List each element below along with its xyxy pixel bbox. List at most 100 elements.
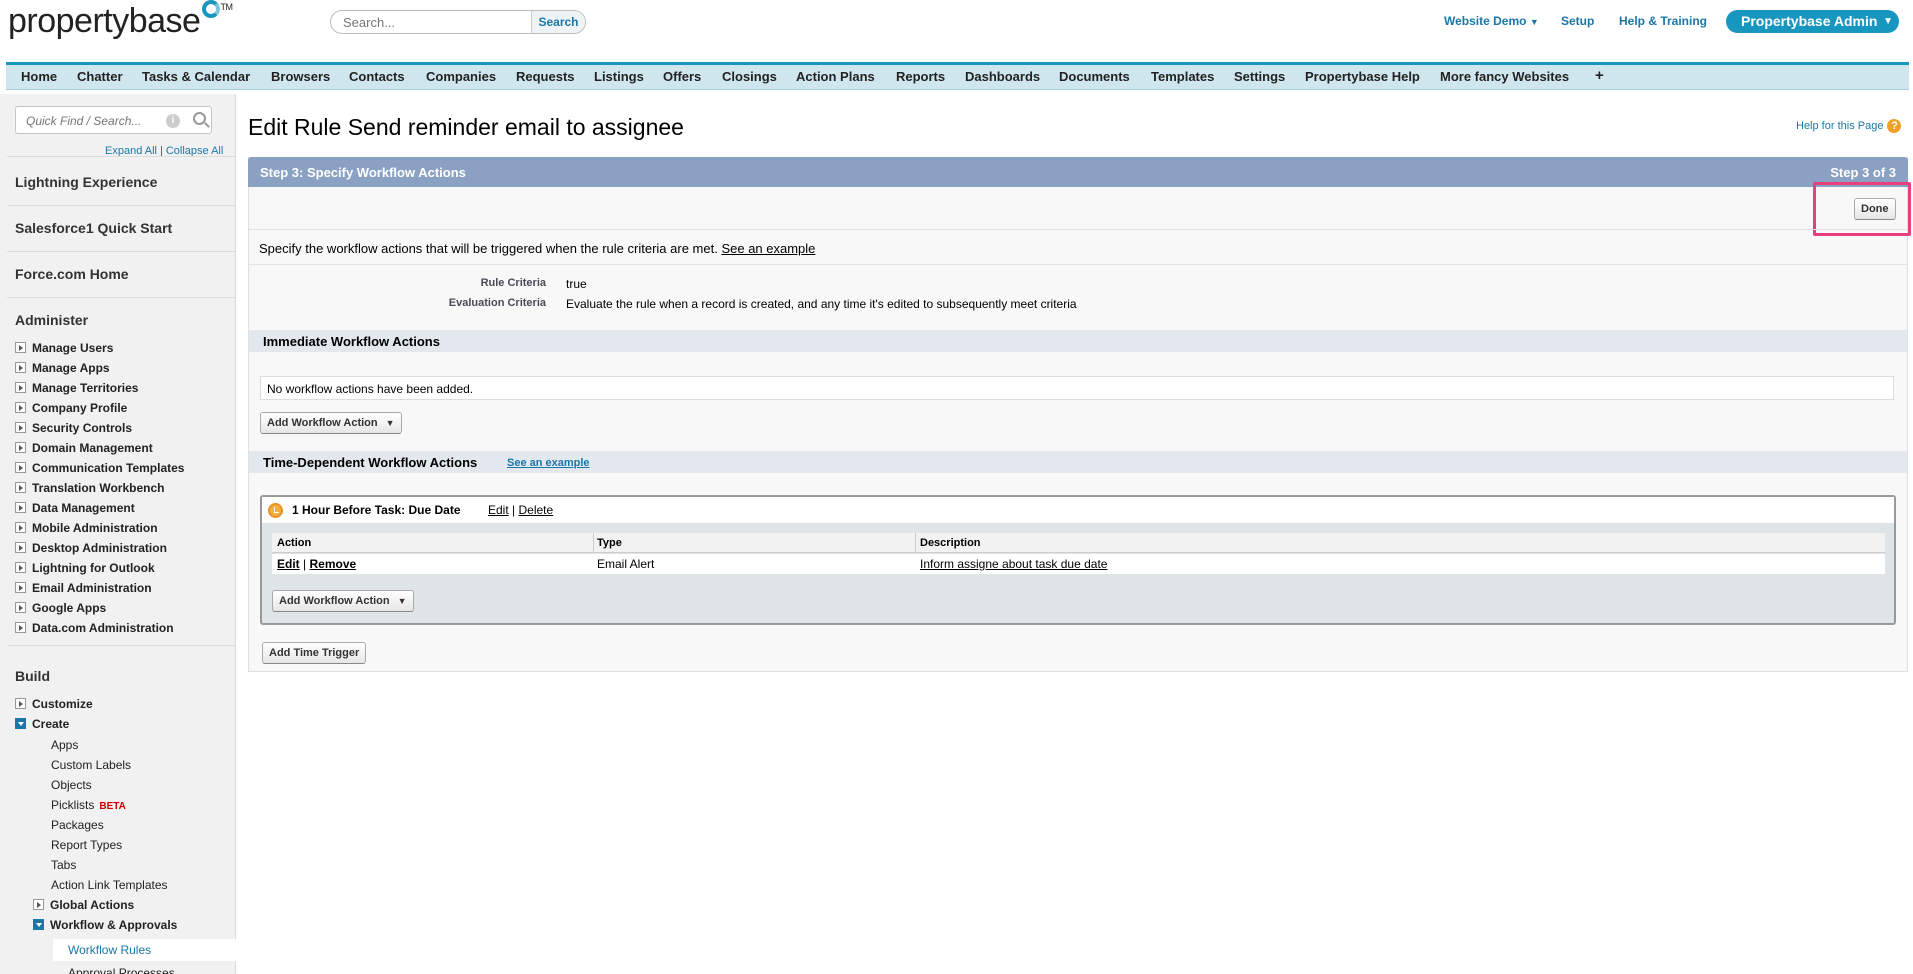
sidebar-item-workflow-approvals[interactable]: Workflow & Approvals (33, 918, 177, 932)
expand-icon[interactable] (15, 542, 26, 553)
tab-reports[interactable]: Reports (896, 69, 945, 84)
sidebar-item-create[interactable]: Create (15, 717, 69, 731)
remove-action-link[interactable]: Remove (309, 557, 356, 571)
tab-propertybase-help[interactable]: Propertybase Help (1305, 69, 1420, 84)
collapse-icon[interactable] (15, 718, 26, 729)
tab-closings[interactable]: Closings (722, 69, 777, 84)
sidebar-sub-report-types[interactable]: Report Types (51, 838, 122, 852)
sidebar-item-communication-templates[interactable]: Communication Templates (15, 461, 184, 475)
sidebar-item-customize[interactable]: Customize (15, 697, 93, 711)
see-example-link[interactable]: See an example (721, 241, 815, 256)
tab-home[interactable]: Home (21, 69, 57, 84)
sidebar-salesforce1-quick-start[interactable]: Salesforce1 Quick Start (15, 220, 172, 236)
expand-icon[interactable] (15, 502, 26, 513)
info-icon[interactable]: i (166, 114, 180, 128)
tab-more-fancy-websites[interactable]: More fancy Websites (1440, 69, 1569, 84)
sidebar-item-global-actions[interactable]: Global Actions (33, 898, 134, 912)
sidebar-sub-custom-labels[interactable]: Custom Labels (51, 758, 131, 772)
sidebar-item-mobile-administration[interactable]: Mobile Administration (15, 521, 158, 535)
step-count: Step 3 of 3 (1830, 165, 1896, 180)
collapse-icon[interactable] (33, 919, 44, 930)
expand-icon[interactable] (15, 622, 26, 633)
expand-icon[interactable] (15, 362, 26, 373)
sidebar-item-company-profile[interactable]: Company Profile (15, 401, 127, 415)
sidebar-lightning-experience[interactable]: Lightning Experience (15, 174, 157, 190)
sidebar-item-email-administration[interactable]: Email Administration (15, 581, 152, 595)
setup-link[interactable]: Setup (1561, 14, 1594, 28)
sidebar-item-translation-workbench[interactable]: Translation Workbench (15, 481, 164, 495)
expand-icon[interactable] (15, 462, 26, 473)
sidebar-item-label: Communication Templates (32, 461, 185, 475)
done-button[interactable]: Done (1854, 198, 1896, 220)
tab-listings[interactable]: Listings (594, 69, 644, 84)
add-workflow-action-button[interactable]: Add Workflow Action ▼ (260, 412, 402, 434)
sidebar-sub-picklists[interactable]: Picklists BETA (51, 798, 126, 812)
edit-trigger-link[interactable]: Edit (488, 503, 509, 517)
delete-trigger-link[interactable]: Delete (519, 503, 554, 517)
sidebar-item-desktop-administration[interactable]: Desktop Administration (15, 541, 167, 555)
expand-icon[interactable] (15, 382, 26, 393)
sidebar-item-data-com-administration[interactable]: Data.com Administration (15, 621, 174, 635)
expand-icon[interactable] (15, 402, 26, 413)
tab-chatter[interactable]: Chatter (77, 69, 123, 84)
tab-browsers[interactable]: Browsers (271, 69, 330, 84)
expand-icon[interactable] (15, 698, 26, 709)
tab-settings[interactable]: Settings (1234, 69, 1285, 84)
help-training-link[interactable]: Help & Training (1619, 14, 1707, 28)
add-tab-icon[interactable]: + (1595, 67, 1604, 84)
button-label: Add Workflow Action (279, 595, 390, 607)
add-time-trigger-button[interactable]: Add Time Trigger (262, 642, 367, 664)
tab-contacts[interactable]: Contacts (349, 69, 405, 84)
expand-icon[interactable] (15, 482, 26, 493)
sidebar-force-com-home[interactable]: Force.com Home (15, 266, 129, 282)
quick-find-input[interactable] (24, 113, 164, 129)
expand-icon[interactable] (15, 562, 26, 573)
expand-icon[interactable] (15, 602, 26, 613)
expand-icon[interactable] (33, 899, 44, 910)
expand-icon[interactable] (15, 582, 26, 593)
sidebar-sub-apps[interactable]: Apps (51, 738, 78, 752)
sidebar-item-security-controls[interactable]: Security Controls (15, 421, 132, 435)
tab-action-plans[interactable]: Action Plans (796, 69, 875, 84)
caret-down-icon: ▼ (397, 596, 407, 606)
sidebar-sub-packages[interactable]: Packages (51, 818, 104, 832)
expand-icon[interactable] (15, 442, 26, 453)
website-demo-menu[interactable]: Website Demo ▼ (1444, 14, 1539, 28)
tab-templates[interactable]: Templates (1151, 69, 1214, 84)
time-trigger-header: 1 Hour Before Task: Due Date Edit | Dele… (262, 497, 1894, 523)
sidebar-item-manage-users[interactable]: Manage Users (15, 341, 113, 355)
tab-tasks-calendar[interactable]: Tasks & Calendar (142, 69, 250, 84)
sidebar-item-manage-apps[interactable]: Manage Apps (15, 361, 110, 375)
tab-documents[interactable]: Documents (1059, 69, 1130, 84)
sidebar-item-manage-territories[interactable]: Manage Territories (15, 381, 138, 395)
sidebar-item-data-management[interactable]: Data Management (15, 501, 135, 515)
beta-badge: BETA (99, 801, 126, 812)
action-description-link[interactable]: Inform assigne about task due date (920, 557, 1107, 571)
search-icon[interactable] (193, 112, 206, 125)
sidebar-item-lightning-for-outlook[interactable]: Lightning for Outlook (15, 561, 155, 575)
edit-action-link[interactable]: Edit (277, 557, 300, 571)
tab-dashboards[interactable]: Dashboards (965, 69, 1040, 84)
sidebar-sub-action-link-templates[interactable]: Action Link Templates (51, 878, 168, 892)
sidebar-sub-tabs[interactable]: Tabs (51, 858, 76, 872)
expand-icon[interactable] (15, 342, 26, 353)
sidebar-sub-workflow-rules[interactable]: Workflow Rules (53, 939, 236, 961)
expand-icon[interactable] (15, 422, 26, 433)
search-button[interactable]: Search (531, 11, 585, 33)
user-menu-button[interactable]: Propertybase Admin ▼ (1726, 10, 1899, 33)
rule-criteria-value: true (566, 277, 587, 291)
help-for-this-page-link[interactable]: Help for this Page? (1796, 119, 1902, 133)
tab-offers[interactable]: Offers (663, 69, 701, 84)
propertybase-logo[interactable]: propertybase TM (8, 0, 233, 41)
sidebar-sub-objects[interactable]: Objects (51, 778, 92, 792)
column-header-description: Description (920, 537, 981, 549)
tab-companies[interactable]: Companies (426, 69, 496, 84)
add-workflow-action-button[interactable]: Add Workflow Action ▼ (272, 590, 414, 612)
tab-requests[interactable]: Requests (516, 69, 575, 84)
expand-icon[interactable] (15, 522, 26, 533)
sidebar-sub-approval-processes[interactable]: Approval Processes (68, 966, 175, 974)
sidebar-item-google-apps[interactable]: Google Apps (15, 601, 106, 615)
sidebar-item-domain-management[interactable]: Domain Management (15, 441, 153, 455)
see-example-link[interactable]: See an example (507, 457, 590, 469)
search-input[interactable] (341, 14, 531, 31)
